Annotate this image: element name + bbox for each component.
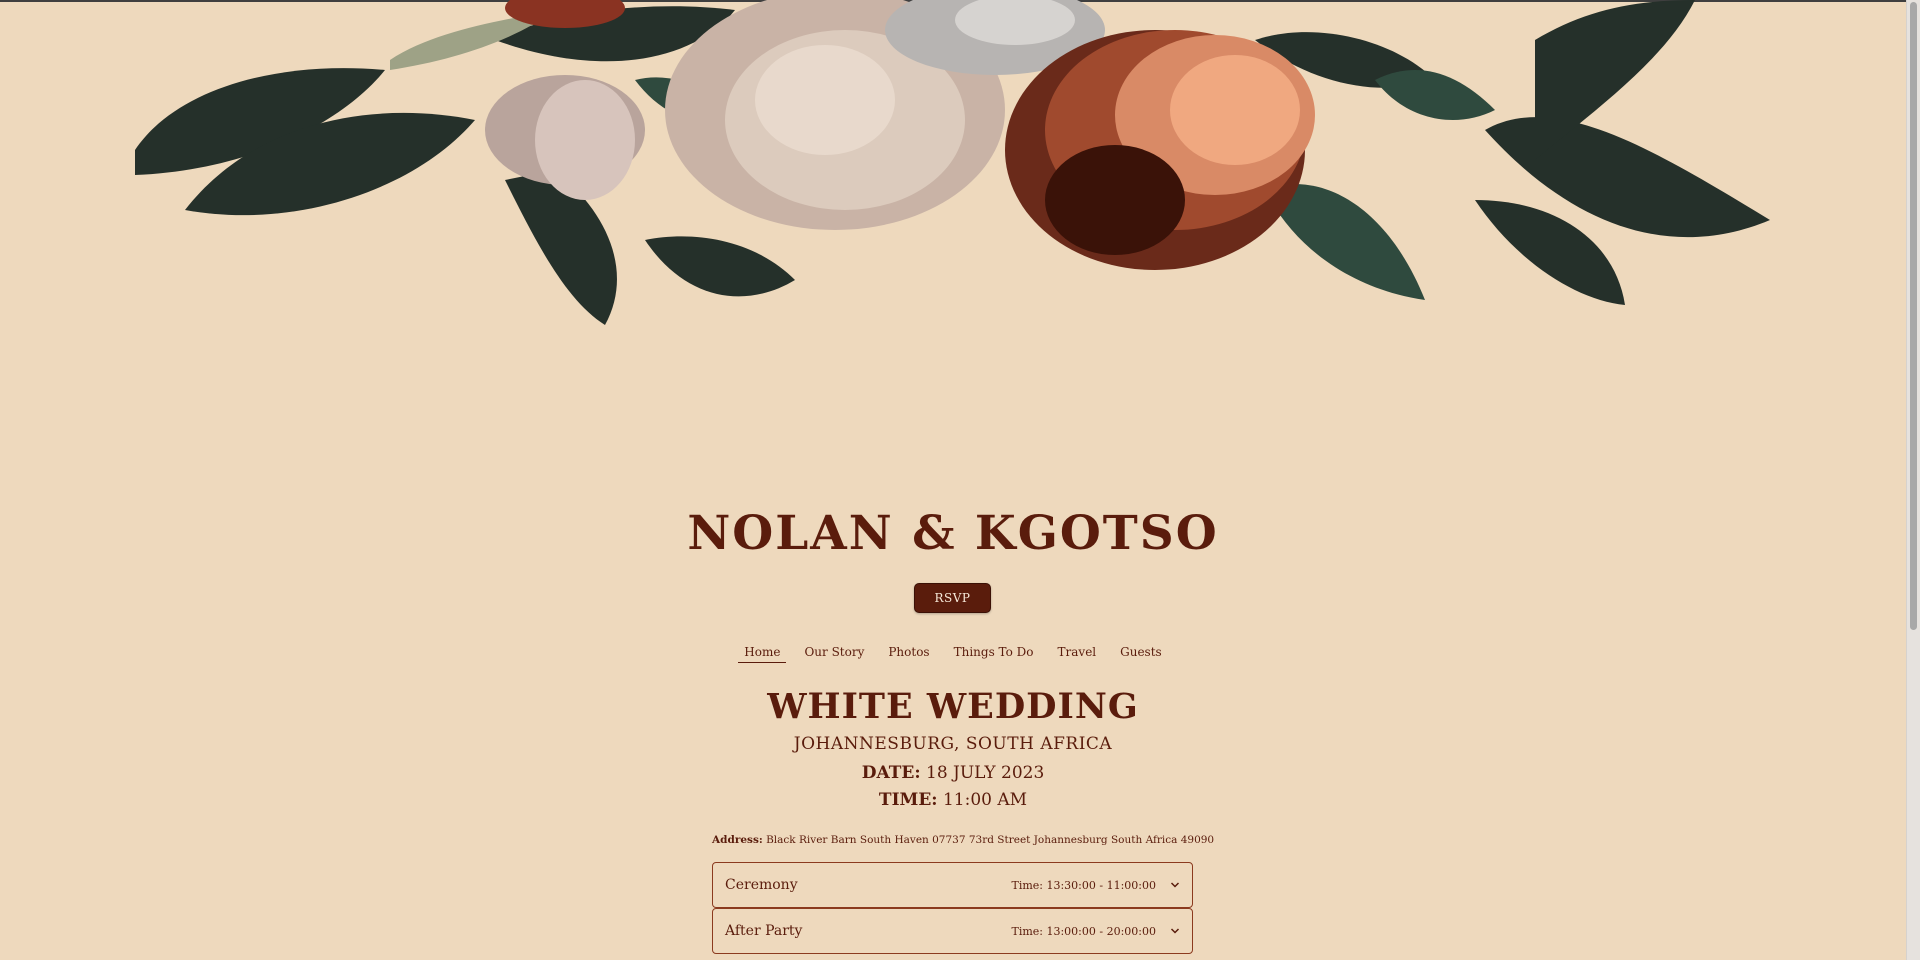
schedule-item-time: Time: 13:00:00 - 20:00:00	[1011, 924, 1156, 938]
chevron-down-icon[interactable]	[1170, 880, 1180, 890]
floral-header-image	[135, 0, 1770, 325]
nav-item-things-to-do[interactable]: Things To Do	[954, 643, 1034, 663]
chevron-down-icon[interactable]	[1170, 926, 1180, 936]
event-date: DATE: 18 JULY 2023	[0, 763, 1906, 783]
scrollbar-thumb[interactable]	[1910, 2, 1917, 630]
schedule-item-meta: Time: 13:30:00 - 11:00:00	[1011, 879, 1180, 892]
schedule-accordion: Ceremony Time: 13:30:00 - 11:00:00 After…	[712, 862, 1193, 954]
date-label: DATE:	[861, 763, 921, 783]
nav-item-home[interactable]: Home	[738, 643, 787, 663]
nav-item-travel[interactable]: Travel	[1058, 643, 1097, 663]
time-label: TIME:	[878, 790, 938, 810]
nav-item-photos[interactable]: Photos	[888, 643, 929, 663]
date-value: 18 JULY 2023	[926, 763, 1045, 783]
couple-title: NOLAN & KGOTSO	[687, 506, 1219, 561]
main-nav: Home Our Story Photos Things To Do Trave…	[0, 643, 1906, 663]
nav-item-our-story[interactable]: Our Story	[804, 643, 864, 663]
rsvp-button[interactable]: RSVP	[914, 583, 991, 613]
event-address: Address: Black River Barn South Haven 07…	[712, 834, 1214, 846]
address-label: Address:	[712, 834, 763, 846]
event-location: JOHANNESBURG, SOUTH AFRICA	[793, 734, 1113, 754]
time-value: 11:00 AM	[942, 790, 1028, 810]
schedule-item-after-party[interactable]: After Party Time: 13:00:00 - 20:00:00	[712, 908, 1193, 954]
schedule-item-meta: Time: 13:00:00 - 20:00:00	[1011, 925, 1180, 938]
schedule-item-time: Time: 13:30:00 - 11:00:00	[1011, 878, 1156, 892]
nav-item-guests[interactable]: Guests	[1120, 643, 1162, 663]
schedule-item-ceremony[interactable]: Ceremony Time: 13:30:00 - 11:00:00	[712, 862, 1193, 908]
address-value: Black River Barn South Haven 07737 73rd …	[766, 834, 1215, 846]
event-time: TIME: 11:00 AM	[0, 790, 1906, 810]
schedule-item-name: Ceremony	[725, 877, 798, 893]
page-main: NOLAN & KGOTSO RSVP Home Our Story Photo…	[0, 0, 1906, 960]
event-title: WHITE WEDDING	[767, 686, 1139, 727]
schedule-item-name: After Party	[725, 923, 803, 939]
vertical-scrollbar[interactable]	[1906, 0, 1920, 960]
